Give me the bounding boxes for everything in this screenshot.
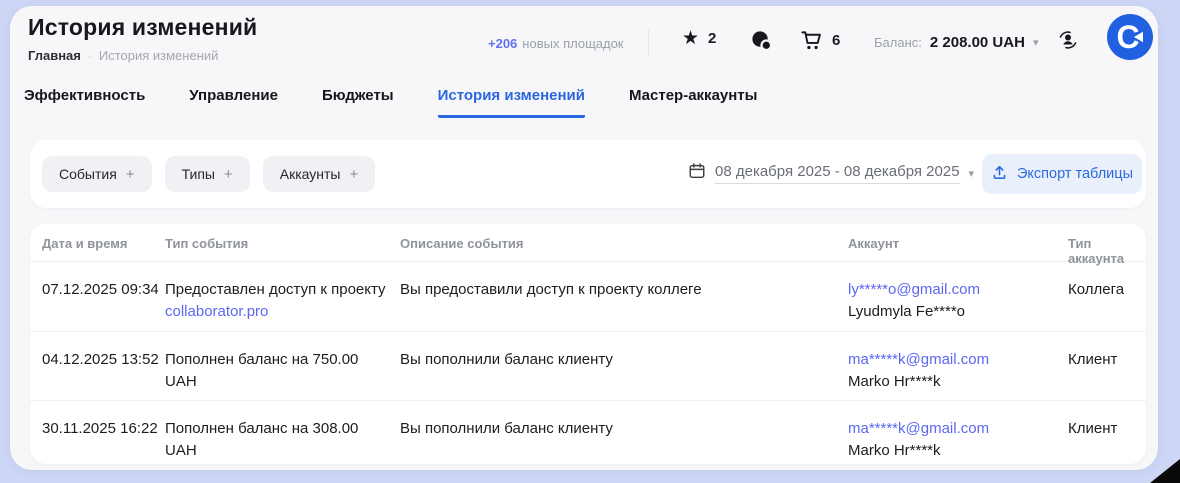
upload-icon xyxy=(991,164,1008,184)
cart-count: 6 xyxy=(832,32,840,49)
account-email-link[interactable]: ma*****k@gmail.com xyxy=(848,349,1053,371)
favorites-count: 2 xyxy=(708,30,716,47)
star-icon: ★ xyxy=(682,29,699,48)
export-table-label: Экспорт таблицы xyxy=(1017,166,1133,182)
table-row: 30.11.2025 16:22 Пополнен баланс на 308.… xyxy=(30,401,1146,464)
filter-types-label: Типы xyxy=(182,166,215,182)
account-name: Lyudmyla Fe****o xyxy=(848,301,1053,323)
cell-event-type: Пополнен баланс на 308.00 UAH xyxy=(165,418,390,462)
breadcrumb-current: История изменений xyxy=(99,48,219,63)
account-name: Marko Hr****k xyxy=(848,440,1053,462)
cell-event-type: Предоставлен доступ к проекту collaborat… xyxy=(165,279,390,323)
logo-icon: C xyxy=(1106,13,1154,61)
cell-account: ma*****k@gmail.com Marko Hr****k xyxy=(848,349,1053,393)
tab-master-accounts[interactable]: Мастер-аккаунты xyxy=(629,87,757,118)
balance-value: 2 208.00 UAH xyxy=(930,34,1025,51)
plus-icon: + xyxy=(224,166,233,183)
filter-pills: События + Типы + Аккаунты + xyxy=(42,156,375,192)
cell-account-type: Клиент xyxy=(1068,349,1117,371)
page-title: История изменений xyxy=(28,14,257,41)
table-row: 04.12.2025 13:52 Пополнен баланс на 750.… xyxy=(30,332,1146,401)
event-type-text: Предоставлен доступ к проекту xyxy=(165,279,390,301)
cell-account-type: Коллега xyxy=(1068,279,1124,301)
breadcrumb-separator: · xyxy=(88,49,92,63)
tab-bar: Эффективность Управление Бюджеты История… xyxy=(24,87,757,118)
plus-icon: + xyxy=(349,166,358,183)
app-logo[interactable]: C xyxy=(1106,13,1154,61)
new-sites-indicator[interactable]: +206 новых площадок xyxy=(488,36,624,51)
chat-icon xyxy=(750,29,773,52)
chevron-down-icon: ▾ xyxy=(969,167,975,180)
filter-bar: События + Типы + Аккаунты + 08 декабря 2… xyxy=(30,140,1146,208)
cell-event-type: Пополнен баланс на 750.00 UAH xyxy=(165,349,390,393)
new-sites-label: новых площадок xyxy=(522,36,623,51)
topbar-divider xyxy=(648,29,649,56)
cart-icon xyxy=(800,29,823,52)
column-header-event-type: Тип события xyxy=(165,236,390,251)
tab-management[interactable]: Управление xyxy=(189,87,278,118)
calendar-icon xyxy=(688,162,706,185)
column-header-description: Описание события xyxy=(400,236,830,251)
cell-datetime: 04.12.2025 13:52 xyxy=(42,349,159,371)
breadcrumb-home[interactable]: Главная xyxy=(28,48,81,63)
table-row: 07.12.2025 09:34 Предоставлен доступ к п… xyxy=(30,262,1146,332)
account-email-link[interactable]: ly*****o@gmail.com xyxy=(848,279,1053,301)
page: История изменений Главная · История изме… xyxy=(0,0,1180,483)
mouse-cursor xyxy=(1150,459,1180,483)
balance-selector[interactable]: Баланс: 2 208.00 UAH ▾ xyxy=(874,34,1038,51)
cell-datetime: 30.11.2025 16:22 xyxy=(42,418,158,440)
export-table-button[interactable]: Экспорт таблицы xyxy=(982,154,1142,194)
support-chat-button[interactable] xyxy=(750,29,773,52)
chevron-down-icon: ▾ xyxy=(1033,36,1039,49)
favorites-counter[interactable]: ★ 2 xyxy=(682,29,716,48)
plus-icon: + xyxy=(126,166,135,183)
cell-account-type: Клиент xyxy=(1068,418,1117,440)
tab-change-history[interactable]: История изменений xyxy=(438,87,585,118)
cell-account: ly*****o@gmail.com Lyudmyla Fe****o xyxy=(848,279,1053,323)
account-name: Marko Hr****k xyxy=(848,371,1053,393)
cell-description: Вы предоставили доступ к проекту коллеге xyxy=(400,279,830,301)
filter-events-button[interactable]: События + xyxy=(42,156,152,192)
date-range-picker[interactable]: 08 декабря 2025 - 08 декабря 2025 ▾ xyxy=(688,162,974,185)
project-link[interactable]: collaborator.pro xyxy=(165,301,390,323)
cell-account: ma*****k@gmail.com Marko Hr****k xyxy=(848,418,1053,462)
account-sync-icon xyxy=(1056,39,1080,56)
cell-datetime: 07.12.2025 09:34 xyxy=(42,279,159,301)
filter-types-button[interactable]: Типы + xyxy=(165,156,250,192)
balance-label: Баланс: xyxy=(874,35,922,50)
filter-events-label: События xyxy=(59,166,117,182)
history-table: Дата и время Тип события Описание событи… xyxy=(30,224,1146,464)
tab-budgets[interactable]: Бюджеты xyxy=(322,87,394,118)
new-sites-count: +206 xyxy=(488,36,517,51)
cell-description: Вы пополнили баланс клиенту xyxy=(400,349,830,371)
cell-description: Вы пополнили баланс клиенту xyxy=(400,418,830,440)
account-email-link[interactable]: ma*****k@gmail.com xyxy=(848,418,1053,440)
tab-effectiveness[interactable]: Эффективность xyxy=(24,87,145,118)
date-range-value: 08 декабря 2025 - 08 декабря 2025 xyxy=(715,163,960,184)
table-header-row: Дата и время Тип события Описание событи… xyxy=(30,224,1146,262)
column-header-account: Аккаунт xyxy=(848,236,1053,251)
filter-accounts-button[interactable]: Аккаунты + xyxy=(263,156,376,192)
cart-counter[interactable]: 6 xyxy=(800,29,840,52)
column-header-datetime: Дата и время xyxy=(42,236,128,251)
breadcrumb: Главная · История изменений xyxy=(28,48,218,63)
filter-accounts-label: Аккаунты xyxy=(280,166,341,182)
account-switch-button[interactable] xyxy=(1056,28,1080,57)
